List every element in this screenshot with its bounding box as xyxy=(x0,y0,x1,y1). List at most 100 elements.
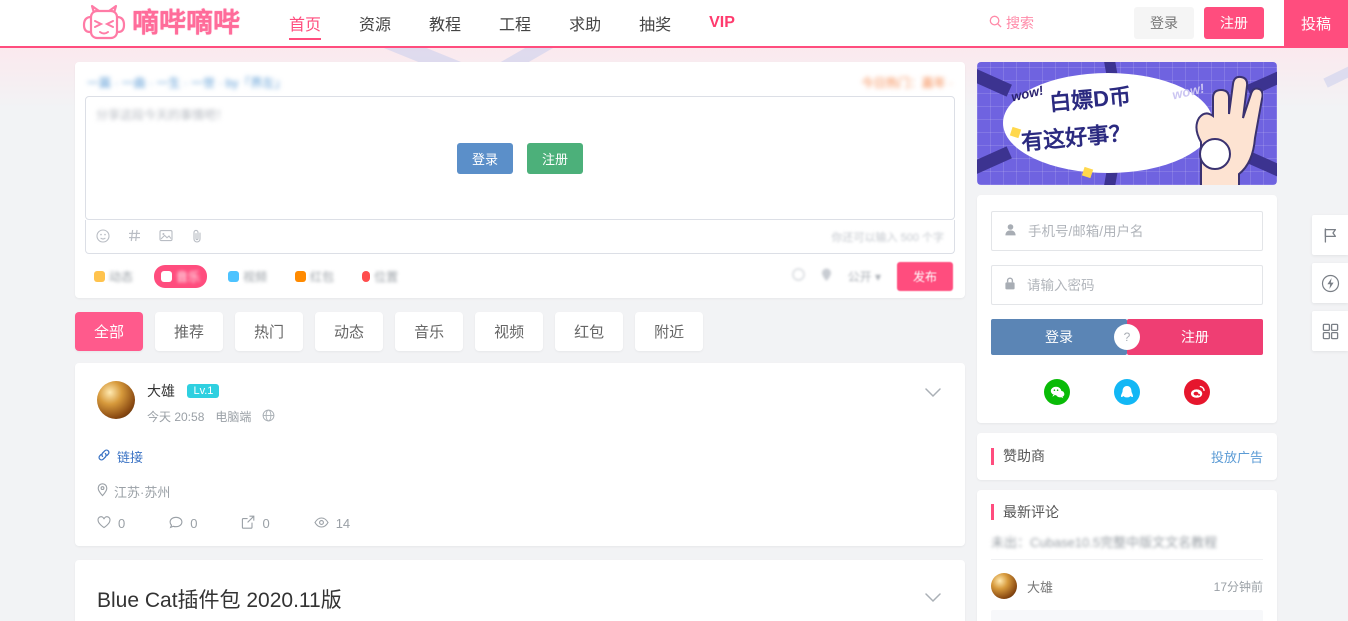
tab-recommended[interactable]: 推荐 xyxy=(155,312,224,351)
comments-title: 最新评论 xyxy=(991,504,1263,521)
composer-chip-dynamic[interactable]: 动态 xyxy=(87,265,140,288)
view-stat: 14 xyxy=(314,516,350,531)
comment-item: 大雄 17分钟前 xyxy=(991,559,1263,600)
emoji-icon[interactable] xyxy=(96,228,110,245)
site-header: 嘀哔嘀哔 首页 资源 教程 工程 求助 抽奖 VIP 搜索 登录 注册 投稿 xyxy=(0,0,1348,48)
cat-headphone-logo xyxy=(82,4,126,42)
chip-dot-icon xyxy=(295,270,307,282)
tab-nearby[interactable]: 附近 xyxy=(635,312,704,351)
tab-redpacket[interactable]: 红包 xyxy=(555,312,624,351)
place-ad-link[interactable]: 投放广告 xyxy=(1211,447,1263,466)
level-badge: Lv.1 xyxy=(187,384,220,398)
tab-music[interactable]: 音乐 xyxy=(395,312,464,351)
comment-icon xyxy=(169,516,183,532)
nav-item-lottery[interactable]: 抽奖 xyxy=(620,0,690,46)
nav-item-resources[interactable]: 资源 xyxy=(340,0,410,46)
header-login-button[interactable]: 登录 xyxy=(1134,7,1194,39)
help-icon[interactable]: ? xyxy=(1114,324,1140,350)
post-location-label: 江苏·苏州 xyxy=(114,485,171,500)
visibility-select[interactable]: 公开 ▾ xyxy=(848,268,881,285)
nav-item-help[interactable]: 求助 xyxy=(550,0,620,46)
hashtag-icon[interactable] xyxy=(128,229,141,244)
image-icon[interactable] xyxy=(159,229,173,244)
user-icon xyxy=(1004,223,1017,239)
avatar[interactable] xyxy=(991,573,1017,600)
nav-item-vip[interactable]: VIP xyxy=(690,0,754,46)
chip-label: 红包 xyxy=(310,269,335,284)
composer-chip-video[interactable]: 视频 xyxy=(221,265,274,288)
share-icon xyxy=(241,515,255,532)
header-register-button[interactable]: 注册 xyxy=(1204,7,1264,39)
tab-dynamic[interactable]: 动态 xyxy=(315,312,384,351)
sponsor-title: 赞助商 xyxy=(991,448,1045,465)
composer-register-button[interactable]: 注册 xyxy=(527,143,584,174)
mention-icon[interactable] xyxy=(791,268,805,284)
composer-textarea[interactable]: 分享这段今天的事情吧！ 登录 注册 xyxy=(85,96,955,220)
username-field[interactable] xyxy=(991,211,1263,251)
post-location: 江苏·苏州 xyxy=(97,482,943,501)
post-link[interactable]: 链接 xyxy=(97,447,943,466)
comment-author[interactable]: 大雄 xyxy=(1027,577,1053,596)
qq-icon[interactable] xyxy=(1114,379,1140,405)
nav-item-tutorials[interactable]: 教程 xyxy=(410,0,480,46)
lightning-circle-icon[interactable] xyxy=(1312,263,1348,303)
comment-time: 17分钟前 xyxy=(1213,579,1263,594)
social-login-row xyxy=(991,379,1263,405)
sidebar: wow! wow! 白嫖D币 有这好事？ 手机号/邮箱/用户名 登录 ? 注册 … xyxy=(977,62,1277,621)
login-button[interactable]: 登录 xyxy=(991,319,1127,355)
composer-char-counter: 你还可以输入 500 个字 xyxy=(831,231,944,244)
nav-item-projects[interactable]: 工程 xyxy=(480,0,550,46)
post-author-name[interactable]: 大雄 xyxy=(147,383,175,399)
tab-video[interactable]: 视频 xyxy=(475,312,544,351)
post-collapse-toggle[interactable] xyxy=(925,590,941,608)
post-title[interactable]: Blue Cat插件包 2020.11版 xyxy=(97,584,943,614)
location-pin-icon[interactable] xyxy=(821,268,832,285)
post-card: Blue Cat插件包 2020.11版 xyxy=(75,560,965,621)
chip-label: 音乐 xyxy=(176,269,201,284)
weibo-icon[interactable] xyxy=(1184,379,1210,405)
header-submit-button[interactable]: 投稿 xyxy=(1284,0,1348,46)
share-stat[interactable]: 0 xyxy=(241,515,270,532)
search-button[interactable]: 搜索 xyxy=(975,0,1048,46)
post-author-row: 大雄 Lv.1 xyxy=(147,381,275,401)
password-input[interactable] xyxy=(1025,276,1250,294)
nav-item-home[interactable]: 首页 xyxy=(270,0,340,46)
view-count: 14 xyxy=(335,516,351,531)
password-field[interactable] xyxy=(991,265,1263,305)
latest-comments-panel: 最新评论 未出：Cubase10.5完整中版文文名教程 大雄 17分钟前 😊 xyxy=(977,490,1277,621)
username-input[interactable] xyxy=(1026,222,1250,240)
chip-label: 动态 xyxy=(109,269,134,284)
publish-button[interactable]: 发布 xyxy=(896,261,953,291)
composer-chip-redpacket[interactable]: 红包 xyxy=(288,265,341,288)
site-logo[interactable]: 嘀哔嘀哔 xyxy=(82,0,240,46)
comment-stat[interactable]: 0 xyxy=(169,516,197,532)
page-root: 嘀哔嘀哔 首页 资源 教程 工程 求助 抽奖 VIP 搜索 登录 注册 投稿 一… xyxy=(0,0,1348,621)
post-stats: 0 0 0 14 xyxy=(97,515,943,532)
banner-ray xyxy=(977,68,1012,97)
globe-icon xyxy=(262,409,275,425)
comment-ghost-line[interactable]: 未出：Cubase10.5完整中版文文名教程 xyxy=(991,532,1263,551)
composer-topic-line[interactable]: 一篇 · 一曲 · 一生 · 一世 · by「界左」 xyxy=(87,74,286,91)
register-button[interactable]: 注册 xyxy=(1127,319,1263,355)
tab-hot[interactable]: 热门 xyxy=(235,312,304,351)
like-stat[interactable]: 0 xyxy=(97,515,125,532)
flag-icon[interactable] xyxy=(1312,215,1348,255)
avatar[interactable] xyxy=(97,381,135,419)
composer-placeholder: 分享这段今天的事情吧！ xyxy=(96,108,229,122)
post-link-label: 链接 xyxy=(117,450,144,465)
grid-icon[interactable] xyxy=(1312,311,1348,351)
composer-chip-location[interactable]: 位置 xyxy=(355,265,405,288)
tab-all[interactable]: 全部 xyxy=(75,312,144,351)
wechat-icon[interactable] xyxy=(1044,379,1070,405)
comment-body: 😊 xyxy=(991,610,1263,621)
search-label: 搜索 xyxy=(1006,15,1034,31)
composer-toolbar: 你还可以输入 500 个字 xyxy=(85,220,955,254)
comment-count: 0 xyxy=(190,516,198,531)
composer-chip-music[interactable]: 音乐 xyxy=(154,264,208,288)
attachment-icon[interactable] xyxy=(191,229,203,245)
promo-banner[interactable]: wow! wow! 白嫖D币 有这好事？ xyxy=(977,62,1277,185)
post-collapse-toggle[interactable] xyxy=(925,385,941,403)
composer-topbar: 一篇 · 一曲 · 一生 · 一世 · by「界左」 今日热门：嘉年 · xyxy=(85,72,955,96)
composer-hot-line[interactable]: 今日热门：嘉年 · xyxy=(862,74,953,91)
composer-login-button[interactable]: 登录 xyxy=(456,143,513,174)
